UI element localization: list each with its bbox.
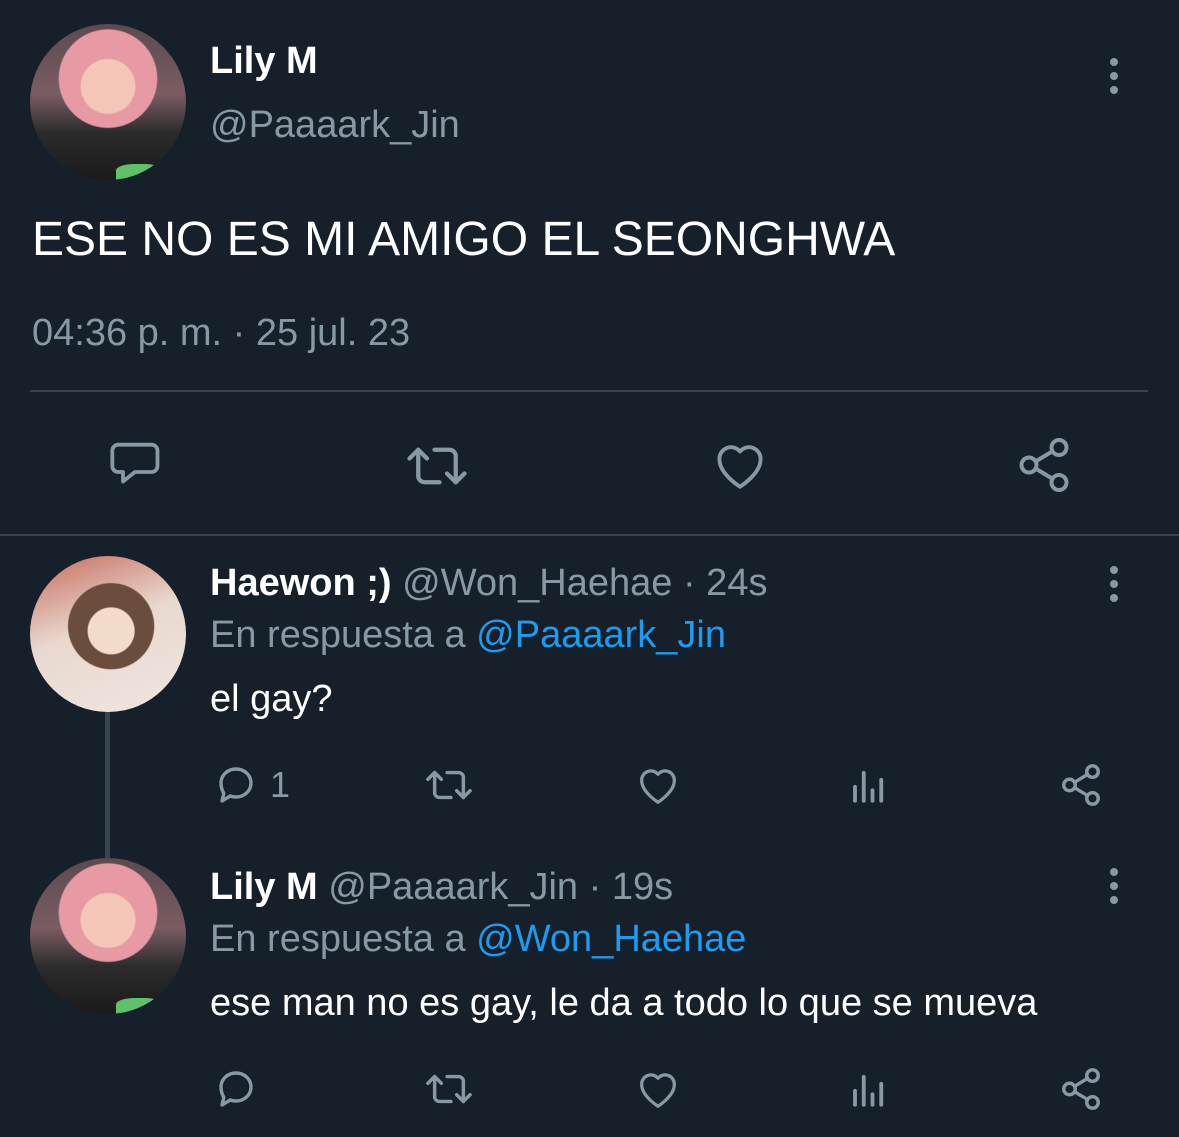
reply-icon[interactable] [212, 760, 260, 808]
reply-avatar[interactable] [30, 556, 186, 712]
replying-to-handle[interactable]: @Paaaark_Jin [476, 614, 726, 656]
like-icon[interactable] [634, 1066, 682, 1112]
tweet-text: ESE NO ES MI AMIGO EL SEONGHWA [32, 213, 896, 266]
reply-display-name[interactable]: Lily M [210, 866, 318, 908]
reply-text: ese man no es gay, le da a todo lo que s… [210, 982, 1038, 1024]
reply-handle[interactable]: @Won_Haehae [402, 562, 672, 604]
replying-to-handle[interactable]: @Won_Haehae [476, 918, 746, 960]
reply-text: el gay? [210, 678, 333, 720]
reply-avatar[interactable] [30, 858, 186, 1014]
replying-to-label: En respuesta a [210, 614, 466, 656]
reply-time[interactable]: · 24s [683, 562, 767, 604]
replying-to: En respuesta a @Won_Haehae [210, 918, 746, 961]
analytics-icon[interactable] [848, 764, 890, 806]
analytics-icon[interactable] [848, 1068, 890, 1110]
share-icon[interactable] [1058, 762, 1104, 808]
reply-time[interactable]: · 19s [589, 866, 673, 908]
reply-handle[interactable]: @Paaaark_Jin [328, 866, 578, 908]
retweet-icon[interactable] [422, 1066, 476, 1112]
tweet-timestamp[interactable]: 04:36 p. m. · 25 jul. 23 [32, 312, 410, 355]
thread-line [105, 712, 110, 858]
replying-to: En respuesta a @Paaaark_Jin [210, 614, 726, 657]
like-icon[interactable] [710, 436, 770, 494]
reply-header: Lily M @Paaaark_Jin · 19s [210, 866, 673, 909]
author-avatar[interactable] [30, 24, 186, 180]
reply-icon[interactable] [212, 1064, 260, 1112]
divider [30, 390, 1148, 392]
reply-icon[interactable] [104, 434, 166, 496]
retweet-icon[interactable] [422, 762, 476, 808]
more-options-icon[interactable] [1110, 58, 1118, 100]
more-options-icon[interactable] [1110, 868, 1118, 910]
share-icon[interactable] [1014, 434, 1074, 496]
more-options-icon[interactable] [1110, 566, 1118, 608]
retweet-icon[interactable] [404, 436, 470, 496]
like-icon[interactable] [634, 762, 682, 808]
reply-display-name[interactable]: Haewon ;) [210, 562, 392, 604]
share-icon[interactable] [1058, 1066, 1104, 1112]
reply-header: Haewon ;) @Won_Haehae · 24s [210, 562, 767, 605]
author-handle[interactable]: @Paaaark_Jin [210, 104, 460, 147]
section-divider [0, 534, 1179, 536]
replying-to-label: En respuesta a [210, 918, 466, 960]
reply-count: 1 [270, 764, 291, 805]
author-display-name[interactable]: Lily M [210, 40, 318, 83]
